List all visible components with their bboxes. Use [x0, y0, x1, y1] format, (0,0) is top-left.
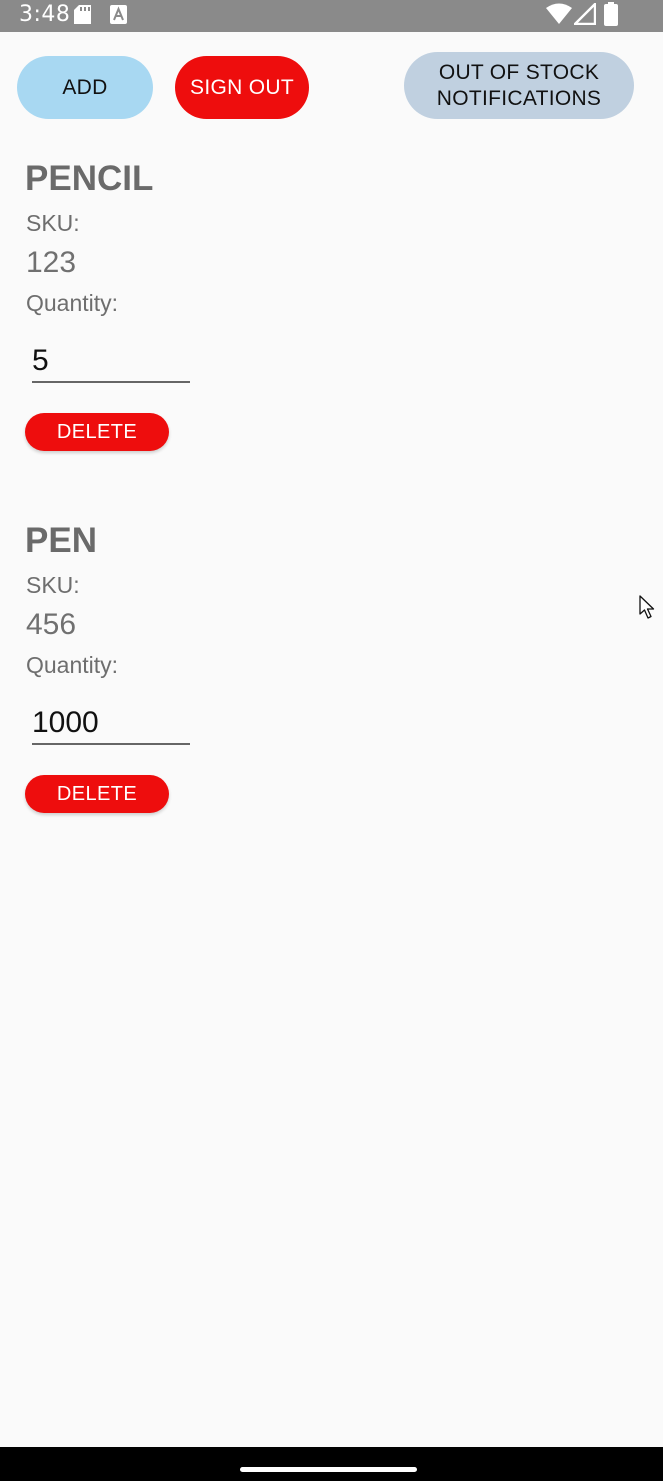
sku-label: SKU: [26, 210, 80, 236]
quantity-label: Quantity: [26, 290, 119, 316]
quantity-input[interactable] [32, 703, 190, 745]
status-bar: 3:48 [0, 0, 663, 32]
sku-value: 123 [26, 246, 77, 279]
sku-value: 456 [26, 608, 77, 641]
mouse-pointer-icon [639, 595, 655, 619]
battery-icon [604, 2, 618, 26]
wifi-icon [546, 3, 572, 24]
app-notification-icon [110, 5, 127, 24]
delete-button[interactable]: DELETE [25, 775, 169, 813]
sd-card-icon [74, 5, 91, 24]
signal-icon [574, 3, 596, 25]
add-button[interactable]: ADD [17, 56, 153, 119]
home-gesture-handle[interactable] [240, 1467, 417, 1472]
out-of-stock-notifications-button[interactable]: OUT OF STOCK NOTIFICATIONS [404, 52, 634, 119]
product-name: PENCIL [25, 159, 154, 198]
status-time: 3:48 [19, 2, 71, 27]
sku-label: SKU: [26, 572, 80, 598]
navigation-bar [0, 1447, 663, 1481]
product-name: PEN [25, 521, 97, 560]
quantity-input[interactable] [32, 341, 190, 383]
delete-button[interactable]: DELETE [25, 413, 169, 451]
sign-out-button[interactable]: SIGN OUT [175, 56, 309, 119]
quantity-label: Quantity: [26, 652, 119, 678]
